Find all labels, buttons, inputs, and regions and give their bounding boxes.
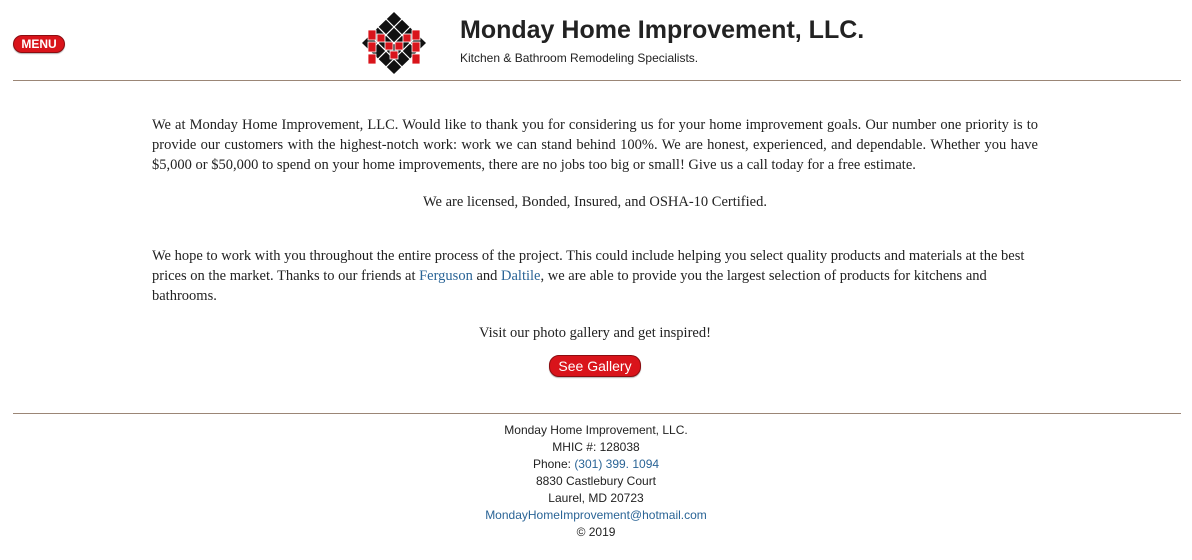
gallery-prompt: Visit our photo gallery and get inspired… bbox=[479, 325, 711, 341]
footer-city: Laurel, MD 20723 bbox=[548, 491, 644, 505]
phone-link[interactable]: (301) 399. 1094 bbox=[574, 457, 659, 471]
intro-paragraph: We at Monday Home Improvement, LLC. Woul… bbox=[152, 117, 1038, 173]
menu-button[interactable]: MENU bbox=[13, 35, 65, 53]
company-tagline: Kitchen & Bathroom Remodeling Specialist… bbox=[460, 51, 699, 65]
footer-mhic: MHIC #: 128038 bbox=[552, 440, 640, 454]
email-link[interactable]: MondayHomeImprovement@hotmail.com bbox=[485, 508, 707, 522]
footer-phone-label: Phone: bbox=[532, 457, 575, 471]
licensed-statement: We are licensed, Bonded, Insured, and OS… bbox=[423, 194, 767, 210]
footer: Monday Home Improvement, LLC. MHIC #: 12… bbox=[0, 422, 1192, 541]
ferguson-link[interactable]: Ferguson bbox=[419, 268, 473, 284]
see-gallery-button[interactable]: See Gallery bbox=[549, 355, 641, 377]
partners-text-and: and bbox=[472, 268, 502, 284]
footer-phone-line: Phone: (301) 399. 1094 bbox=[0, 456, 1192, 473]
footer-street: 8830 Castlebury Court bbox=[535, 474, 657, 488]
footer-copyright: © 2019 bbox=[576, 525, 616, 539]
daltile-link[interactable]: Daltile bbox=[501, 268, 540, 284]
main-content: We at Monday Home Improvement, LLC. Woul… bbox=[152, 115, 1038, 377]
partners-paragraph: We hope to work with you throughout the … bbox=[152, 246, 1038, 306]
footer-divider bbox=[13, 413, 1181, 414]
gallery-button-wrap: See Gallery bbox=[152, 355, 1038, 377]
footer-company: Monday Home Improvement, LLC. bbox=[504, 423, 688, 437]
header-divider bbox=[13, 80, 1181, 81]
company-name: Monday Home Improvement, LLC. bbox=[460, 16, 865, 44]
company-logo bbox=[362, 12, 426, 74]
